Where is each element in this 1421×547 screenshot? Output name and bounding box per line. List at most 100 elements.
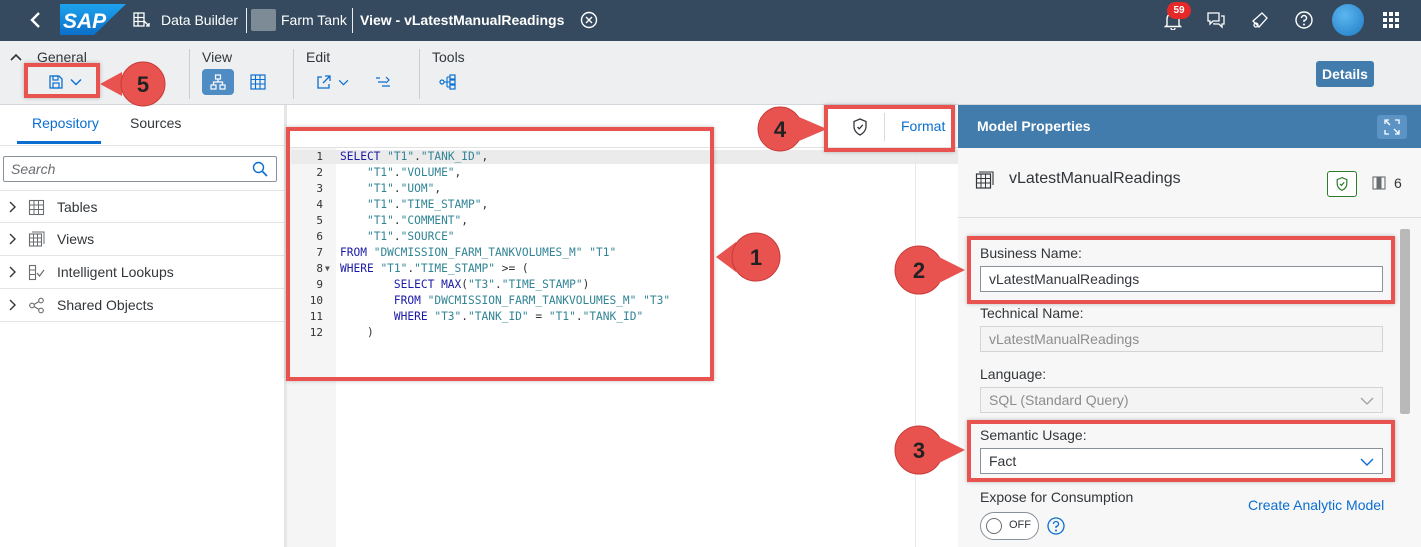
impact-lineage-button[interactable] <box>432 69 464 95</box>
print-margin <box>915 148 916 547</box>
table-icon <box>28 199 45 216</box>
tab-sources[interactable]: Sources <box>130 115 181 131</box>
chevron-right-icon[interactable] <box>8 201 18 213</box>
annotation-box-format <box>824 105 955 152</box>
app-name[interactable]: Data Builder <box>161 12 238 28</box>
repository-panel: Repository Sources Tables Views Intellig… <box>0 105 286 547</box>
chevron-left-icon <box>30 12 40 28</box>
graph-view-button[interactable] <box>202 69 234 95</box>
svg-text:2: 2 <box>913 258 925 283</box>
svg-text:1: 1 <box>750 245 762 270</box>
svg-text:5: 5 <box>137 72 149 97</box>
editor-toolbar: General View Edit Tools Details <box>0 41 1421 105</box>
export-icon <box>316 75 331 89</box>
tree-item-views[interactable]: Views <box>0 223 285 256</box>
share-icon <box>29 297 44 314</box>
chevron-right-icon[interactable] <box>8 233 18 245</box>
toggle-state: OFF <box>1009 519 1031 531</box>
chat-icon <box>1207 12 1225 29</box>
data-view-button[interactable] <box>242 69 274 95</box>
column-count: 6 <box>1394 175 1402 191</box>
export-button[interactable] <box>310 69 354 95</box>
callout-3: 3 <box>894 425 965 475</box>
technical-name-input: vLatestManualReadings <box>980 326 1383 352</box>
toolbar-group-view: View <box>202 49 233 65</box>
columns-icon <box>1372 176 1386 190</box>
tree-item-label: Views <box>57 231 95 247</box>
tree-item-label: Shared Objects <box>57 297 154 313</box>
what-new-button[interactable] <box>1249 9 1271 31</box>
notification-badge: 59 <box>1167 2 1191 19</box>
space-name[interactable]: Farm Tank <box>281 12 347 28</box>
active-tab-indicator <box>17 141 101 144</box>
user-avatar[interactable] <box>1332 4 1364 36</box>
close-tab-icon[interactable] <box>579 10 599 30</box>
tree-item-label: Intelligent Lookups <box>57 264 174 280</box>
lookup-icon <box>28 264 45 281</box>
svg-text:3: 3 <box>913 438 925 463</box>
table-icon <box>250 74 266 90</box>
megaphone-icon <box>1252 12 1268 28</box>
shell-separator <box>352 8 353 33</box>
object-name: vLatestManualReadings <box>1009 170 1181 187</box>
help-icon <box>1295 11 1313 29</box>
search-input[interactable] <box>4 157 244 181</box>
editor-title: View - vLatestManualReadings <box>360 12 565 28</box>
tree-item-shared-objects[interactable]: Shared Objects <box>0 289 285 322</box>
expand-panel-button[interactable] <box>1377 115 1407 139</box>
technical-name-label: Technical Name: <box>980 305 1084 321</box>
details-button[interactable]: Details <box>1316 61 1374 87</box>
rearrange-button[interactable] <box>367 69 399 95</box>
shell-bar: SAP Data Builder Farm Tank View - vLates… <box>0 0 1421 41</box>
toolbar-separator <box>419 49 420 99</box>
product-switch-button[interactable] <box>1380 9 1402 31</box>
grid-icon <box>1383 12 1399 28</box>
data-access-control-button[interactable] <box>1327 171 1357 197</box>
toggle-knob <box>986 518 1002 534</box>
chevron-down-icon <box>1360 397 1374 405</box>
toolbar-separator <box>293 49 294 99</box>
annotation-box-sql <box>286 127 714 381</box>
callout-4: 4 <box>757 106 827 152</box>
svg-text:4: 4 <box>774 117 787 142</box>
sap-logo[interactable]: SAP <box>60 4 126 35</box>
views-icon <box>28 231 45 247</box>
expose-toggle[interactable]: OFF <box>980 512 1039 540</box>
back-button[interactable] <box>24 8 48 32</box>
language-label: Language: <box>980 366 1047 382</box>
shell-separator <box>246 8 247 33</box>
properties-divider <box>958 217 1421 218</box>
chevron-down-icon <box>338 79 348 86</box>
svg-text:SAP: SAP <box>63 10 107 33</box>
properties-scrollbar[interactable] <box>1400 229 1410 414</box>
help-icon[interactable] <box>1046 516 1066 536</box>
properties-title: Model Properties <box>977 118 1091 134</box>
tab-repository[interactable]: Repository <box>32 115 99 131</box>
space-icon <box>251 9 276 31</box>
annotation-box-semantic-usage <box>967 420 1395 482</box>
tab-divider <box>0 145 285 146</box>
callout-2: 2 <box>894 245 965 295</box>
create-analytic-model-link[interactable]: Create Analytic Model <box>1248 497 1384 513</box>
expose-label: Expose for Consumption <box>980 489 1134 505</box>
toolbar-separator <box>189 49 190 99</box>
callout-5: 5 <box>100 61 166 107</box>
feedback-button[interactable] <box>1205 9 1227 31</box>
chevron-right-icon[interactable] <box>8 266 18 278</box>
lineage-icon <box>439 74 456 90</box>
tree-item-intelligent-lookups[interactable]: Intelligent Lookups <box>0 256 285 289</box>
language-value: SQL (Standard Query) <box>989 392 1129 408</box>
annotation-box-save <box>24 63 100 98</box>
search-field <box>3 156 277 182</box>
toolbar-group-tools: Tools <box>432 49 465 65</box>
chevron-right-icon[interactable] <box>8 299 18 311</box>
collapse-toolbar-icon[interactable] <box>10 52 22 62</box>
text-align-icon <box>376 76 390 87</box>
help-button[interactable] <box>1293 9 1315 31</box>
language-select: SQL (Standard Query) <box>980 387 1383 413</box>
hierarchy-icon <box>210 74 226 90</box>
tree-item-tables[interactable]: Tables <box>0 190 285 223</box>
search-icon[interactable] <box>252 161 268 177</box>
expand-icon <box>1384 119 1400 135</box>
tree-item-label: Tables <box>57 199 98 215</box>
